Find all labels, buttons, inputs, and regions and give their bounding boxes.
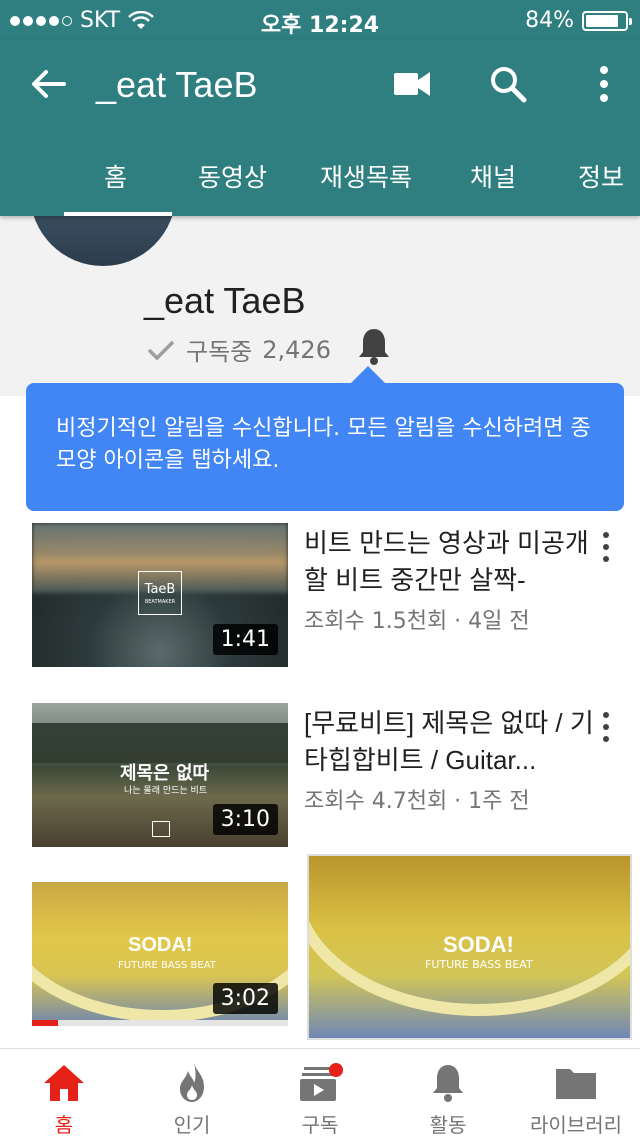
thumbnail-title: 제목은 없따 — [120, 763, 210, 784]
tab-home[interactable]: 홈 — [104, 158, 127, 194]
nav-activity-label: 활동 — [429, 1113, 467, 1136]
status-bar: SKT 오후 12:24 84% — [0, 0, 640, 40]
nav-trending[interactable]: 인기 — [128, 1049, 256, 1136]
tab-videos[interactable]: 동영상 — [198, 158, 267, 194]
more-options-icon[interactable] — [580, 60, 628, 108]
video-duration: 1:41 — [212, 624, 278, 655]
video-item[interactable]: 제목은 없따 나는 몰래 만드는 비트 3:10 [무료비트] 제목은 없따 /… — [0, 703, 640, 849]
search-icon[interactable] — [484, 60, 532, 108]
nav-subscriptions-label: 구독 — [301, 1113, 339, 1136]
thumbnail-logo — [152, 821, 170, 837]
nav-activity[interactable]: 활동 — [384, 1049, 512, 1136]
video-meta: 조회수 1.5천회 · 4일 전 — [304, 609, 530, 634]
tab-playlists[interactable]: 재생목록 — [320, 158, 412, 194]
mini-player-title: SODA! — [443, 932, 514, 957]
video-thumbnail[interactable]: TaeB BEATMAKER 1:41 — [32, 523, 288, 667]
video-duration: 3:02 — [212, 983, 278, 1014]
channel-tabs: 홈 동영상 재생목록 채널 정보 — [0, 144, 640, 216]
video-menu-icon[interactable] — [598, 529, 614, 565]
subscriptions-icon — [300, 1063, 343, 1101]
thumbnail-logo-sub: BEATMAKER — [144, 599, 176, 605]
video-meta: 조회수 4.7천회 · 1주 전 — [304, 789, 530, 814]
watch-progress-bar — [32, 1020, 288, 1026]
battery-percent: 84% — [525, 8, 574, 33]
video-thumbnail[interactable]: SODA! FUTURE BASS BEAT 3:02 — [32, 882, 288, 1026]
status-right: 84% — [525, 8, 632, 33]
nav-home-label: 홈 — [54, 1113, 74, 1136]
notification-tooltip[interactable]: 비정기적인 알림을 수신합니다. 모든 알림을 수신하려면 종 모양 아이콘을 … — [26, 383, 624, 511]
watch-progress-fill — [32, 1020, 58, 1026]
thumbnail-title: SODA! — [128, 934, 193, 956]
tab-indicator — [64, 212, 172, 216]
video-title[interactable]: 비트 만드는 영상과 미공개할 비트 중간만 살짝- — [304, 525, 594, 599]
nav-library[interactable]: 라이브러리 — [512, 1049, 640, 1136]
tooltip-arrow — [350, 366, 386, 384]
thumbnail-subtitle: 나는 몰래 만드는 비트 — [124, 786, 208, 796]
mini-player[interactable]: SODA! FUTURE BASS BEAT — [307, 854, 632, 1040]
battery-icon — [582, 10, 632, 31]
notification-bell-icon[interactable] — [356, 326, 392, 366]
bottom-navigation: 홈 인기 구독 활동 라이브러리 — [0, 1048, 640, 1136]
home-icon — [44, 1065, 84, 1101]
nav-home[interactable]: 홈 — [0, 1049, 128, 1136]
mini-player-subtitle: FUTURE BASS BEAT — [425, 958, 533, 971]
bell-icon — [433, 1065, 463, 1102]
nav-trending-label: 인기 — [173, 1113, 211, 1136]
thumbnail-logo-text: TaeB — [144, 582, 176, 597]
channel-header: _eat TaeB 구독중 2,426 — [0, 120, 640, 396]
nav-subscriptions[interactable]: 구독 — [256, 1049, 384, 1136]
video-camera-icon[interactable] — [388, 60, 436, 108]
folder-icon — [556, 1069, 596, 1099]
channel-name: _eat TaeB — [144, 280, 306, 321]
video-duration: 3:10 — [212, 804, 278, 835]
video-title[interactable]: [무료비트] 제목은 없따 / 기타힙합비트 / Guitar... — [304, 705, 594, 779]
tab-about[interactable]: 정보 — [578, 158, 624, 194]
subscription-row: 구독중 2,426 — [146, 332, 331, 367]
thumbnail-logo: TaeB BEATMAKER — [138, 571, 182, 615]
thumbnail-subtitle: FUTURE BASS BEAT — [118, 960, 216, 971]
tab-channels[interactable]: 채널 — [470, 158, 516, 194]
video-menu-icon[interactable] — [598, 709, 614, 745]
check-icon — [147, 340, 175, 360]
app-bar-title: _eat TaeB — [96, 64, 258, 105]
video-thumbnail[interactable]: 제목은 없따 나는 몰래 만드는 비트 3:10 — [32, 703, 288, 847]
subscriber-count: 2,426 — [262, 335, 331, 364]
subscribed-label[interactable]: 구독중 — [186, 332, 252, 367]
fire-icon — [180, 1063, 204, 1102]
nav-library-label: 라이브러리 — [530, 1113, 622, 1136]
back-arrow-icon[interactable] — [24, 60, 72, 108]
video-item[interactable]: TaeB BEATMAKER 1:41 비트 만드는 영상과 미공개할 비트 중… — [0, 523, 640, 669]
app-bar: _eat TaeB 홈 동영상 재생목록 채널 정보 — [0, 40, 640, 216]
